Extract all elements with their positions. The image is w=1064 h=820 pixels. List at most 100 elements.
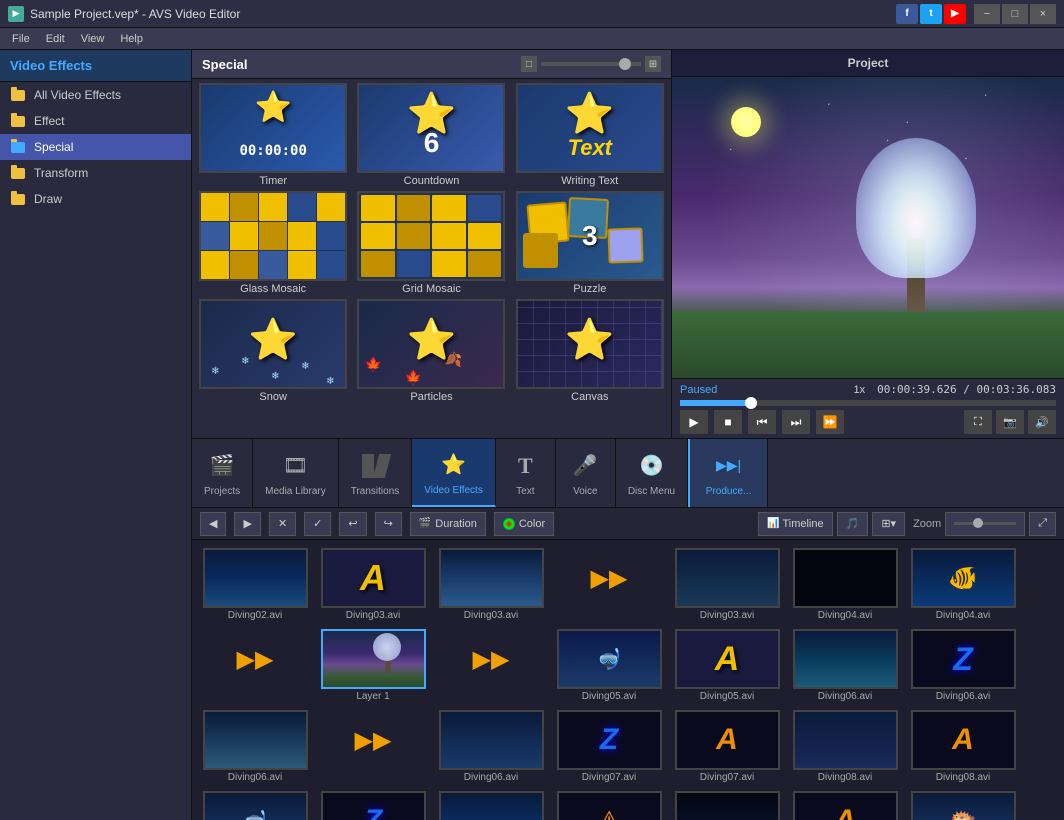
audio-button[interactable]: 🎵 xyxy=(837,512,869,536)
play-button[interactable]: ▶ xyxy=(680,410,708,434)
timeline-item-diving06-1[interactable]: Diving06.avi xyxy=(790,629,900,702)
undo-button[interactable]: ↩ xyxy=(339,512,366,536)
playback-seek-bar[interactable] xyxy=(680,400,1056,406)
titlebar: ▶ Sample Project.vep* - AVS Video Editor… xyxy=(0,0,1064,28)
volume-button[interactable]: 🔊 xyxy=(1028,410,1056,434)
timeline-item-photo10[interactable]: 🐡 photo10.jpg xyxy=(908,791,1018,820)
timeline-label-diving07-z: Diving07.avi xyxy=(582,772,636,783)
timeline-item-diving12-a[interactable]: A Diving12.avi xyxy=(790,791,900,820)
effect-puzzle[interactable]: 3 Puzzle xyxy=(513,191,667,295)
timeline: Diving02.avi A Diving03.avi Diving03.avi… xyxy=(192,540,1064,820)
playback-time-display: 00:00:39.626 / 00:03:36.083 xyxy=(877,383,1056,396)
color-button[interactable]: Color xyxy=(494,512,554,536)
duration-button[interactable]: 🎬 Duration xyxy=(410,512,486,536)
effect-particles[interactable]: ⭐ 🍁 🍂 🍁 Particles xyxy=(354,299,508,403)
timeline-item-diving06-arr[interactable]: Diving06.avi xyxy=(436,710,546,783)
menu-edit[interactable]: Edit xyxy=(38,31,73,47)
prev-frame-button[interactable]: ⏮ xyxy=(748,410,776,434)
timeline-item-layer1[interactable]: Layer 1 xyxy=(318,629,428,702)
effect-writing-text[interactable]: ⭐ Text Writing Text xyxy=(513,83,667,187)
tool-disc-menu[interactable]: 💿 Disc Menu xyxy=(616,439,688,507)
timeline-item-diving02-a[interactable]: A Diving03.avi xyxy=(318,548,428,621)
timeline-item-diving03-2[interactable]: Diving03.avi xyxy=(672,548,782,621)
timeline-item-diving08[interactable]: Diving08.avi xyxy=(790,710,900,783)
sidebar-title: Video Effects xyxy=(0,50,191,82)
effects-grid-toggle[interactable]: ⊞ xyxy=(645,56,661,72)
menu-help[interactable]: Help xyxy=(112,31,151,47)
timeline-item-diving04-fish[interactable]: 🐠 Diving04.avi xyxy=(908,548,1018,621)
redo-button[interactable]: ↪ xyxy=(375,512,402,536)
screenshot-button[interactable]: 📷 xyxy=(996,410,1024,434)
transition-arrow-4[interactable]: ▶▶ xyxy=(353,710,393,770)
menu-file[interactable]: File xyxy=(4,31,38,47)
transition-arrow-3[interactable]: ▶▶ xyxy=(471,629,511,689)
tool-produce[interactable]: ▶▶| Produce... xyxy=(688,439,768,507)
effect-snow-thumb: ⭐ ❄ ❄ ❄ ❄ ❄ xyxy=(199,299,347,389)
undo-back-button[interactable]: ◀ xyxy=(200,512,226,536)
timeline-item-diving06-coral[interactable]: Diving06.avi xyxy=(200,710,310,783)
twitter-button[interactable]: t xyxy=(920,4,942,24)
fit-view-button[interactable]: ⤢ xyxy=(1029,512,1056,536)
timeline-item-diving04-dark[interactable]: Diving04.avi xyxy=(790,548,900,621)
timeline-item-diving10[interactable]: Diving10.avi xyxy=(436,791,546,820)
tool-voice-label: Voice xyxy=(573,486,597,497)
timeline-item-diving09-z[interactable]: Z Diving09.avi xyxy=(318,791,428,820)
stop-button[interactable]: ■ xyxy=(714,410,742,434)
redo-forward-button[interactable]: ▶ xyxy=(234,512,260,536)
effect-glass-mosaic[interactable]: Glass Mosaic xyxy=(196,191,350,295)
tool-media-library[interactable]: 🎞 Media Library xyxy=(253,439,339,507)
timeline-item-diving11[interactable]: ⚠ Diving11.avi xyxy=(554,791,664,820)
effect-snow[interactable]: ⭐ ❄ ❄ ❄ ❄ ❄ Snow xyxy=(196,299,350,403)
tool-transitions[interactable]: Transitions xyxy=(339,439,413,507)
effect-timer[interactable]: ⭐ 00:00:00 Timer xyxy=(196,83,350,187)
tool-video-effects[interactable]: ⭐ Video Effects xyxy=(412,439,496,507)
tool-voice[interactable]: 🎤 Voice xyxy=(556,439,616,507)
transition-arrow-2[interactable]: ▶▶ xyxy=(235,629,275,689)
effect-canvas[interactable]: ⭐ Canvas xyxy=(513,299,667,403)
menu-view[interactable]: View xyxy=(73,31,113,47)
timeline-item-diving09[interactable]: 🤿 Diving09.avi xyxy=(200,791,310,820)
facebook-button[interactable]: f xyxy=(896,4,918,24)
timeline-item-diving12[interactable]: Diving12.avi xyxy=(672,791,782,820)
effects-size-slider[interactable] xyxy=(541,62,641,66)
timeline-item-diving06-z[interactable]: Z Diving06.avi xyxy=(908,629,1018,702)
close-button[interactable]: × xyxy=(1030,4,1056,24)
maximize-button[interactable]: □ xyxy=(1002,4,1028,24)
timeline-item-diving07-z[interactable]: Z Diving07.avi xyxy=(554,710,664,783)
transition-arrow-1[interactable]: ▶▶ xyxy=(589,548,629,608)
zoom-slider[interactable] xyxy=(945,512,1025,536)
timeline-item-diving05[interactable]: 🤿 Diving05.avi xyxy=(554,629,664,702)
timeline-item-diving02[interactable]: Diving02.avi xyxy=(200,548,310,621)
effect-grid-mosaic[interactable]: Grid Mosaic xyxy=(354,191,508,295)
tool-projects[interactable]: 🎬 Projects xyxy=(192,439,253,507)
timeline-item-diving03[interactable]: Diving03.avi xyxy=(436,548,546,621)
timeline-label-diving03: Diving03.avi xyxy=(464,610,518,621)
grid-view-button[interactable]: ⊞▾ xyxy=(872,512,905,536)
minimize-button[interactable]: − xyxy=(974,4,1000,24)
sidebar-item-all[interactable]: All Video Effects xyxy=(0,82,191,108)
apply-button[interactable]: ✓ xyxy=(304,512,331,536)
timeline-label-diving06-coral: Diving06.avi xyxy=(228,772,282,783)
effects-view-toggle[interactable]: □ xyxy=(521,56,537,72)
next-frame-button[interactable]: ⏭ xyxy=(782,410,810,434)
app-title: Sample Project.vep* - AVS Video Editor xyxy=(30,7,240,21)
effect-countdown[interactable]: ⭐ 6 Countdown xyxy=(354,83,508,187)
sidebar-item-draw[interactable]: Draw xyxy=(0,186,191,212)
effect-particles-label: Particles xyxy=(410,391,452,403)
sidebar-item-special[interactable]: Special xyxy=(0,134,191,160)
fast-forward-button[interactable]: ⏩ xyxy=(816,410,844,434)
playback-seek-thumb[interactable] xyxy=(745,397,757,409)
cancel-button[interactable]: ✕ xyxy=(269,512,296,536)
effect-grid-mosaic-label: Grid Mosaic xyxy=(402,283,461,295)
timeline-item-diving07-a[interactable]: A Diving07.avi xyxy=(672,710,782,783)
timeline-item-diving08-a[interactable]: A Diving08.avi xyxy=(908,710,1018,783)
content-area: Special □ ⊞ xyxy=(192,50,1064,820)
tool-text[interactable]: T Text xyxy=(496,439,556,507)
youtube-button[interactable]: ▶ xyxy=(944,4,966,24)
sidebar-item-transform[interactable]: Transform xyxy=(0,160,191,186)
tool-media-library-label: Media Library xyxy=(265,486,326,497)
fullscreen-button[interactable]: ⛶ xyxy=(964,410,992,434)
timeline-item-diving05-a[interactable]: A Diving05.avi xyxy=(672,629,782,702)
timeline-button[interactable]: 📊 Timeline xyxy=(758,512,833,536)
sidebar-item-effect[interactable]: Effect xyxy=(0,108,191,134)
